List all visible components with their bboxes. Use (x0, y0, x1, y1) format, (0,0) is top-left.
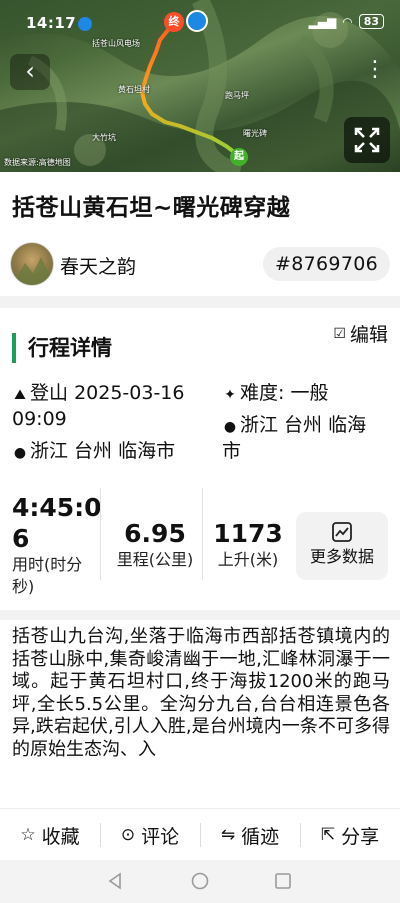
map-label: 跑马坪 (225, 91, 249, 100)
duration-label-line1: 用时(时分 (12, 555, 83, 574)
trip-description: 括苍山九台沟,坐落于临海市西部括苍镇境内的括苍山脉中,集奇峻清幽于一地,汇峰林洞… (12, 626, 390, 760)
start-location-icon: ● (13, 445, 27, 461)
star-icon: ☆ (20, 825, 36, 845)
share-icon: ⇱ (320, 825, 336, 845)
share-button[interactable]: ⇱ 分享 (300, 809, 400, 861)
section-title: 行程详情 (12, 333, 112, 363)
follow-route-label: 循迹 (241, 825, 280, 848)
start-location: ● 浙江 台州 临海市 (12, 438, 175, 466)
stat-divider (202, 488, 203, 580)
action-bar: ☆ 收藏 ⊙ 评论 ⇋ 循迹 ⇱ 分享 (0, 808, 400, 860)
nav-recents-icon[interactable] (274, 872, 292, 890)
stat-ascent: 1173 上升(米) (208, 518, 288, 571)
wifi-icon: ◠ (342, 14, 353, 29)
duration-value-line1: 4:45:0 (12, 493, 102, 522)
mountain-icon: ⛰ (14, 387, 26, 403)
comment-label: 评论 (141, 825, 180, 848)
chart-icon (332, 522, 352, 542)
ascent-value: 1173 (213, 519, 283, 548)
author-row: 春天之韵 #8769706 (10, 242, 390, 286)
duration-label-line2: 秒) (12, 577, 35, 596)
map-credit: 数据来源:高德地图 (4, 158, 71, 167)
author-name[interactable]: 春天之韵 (60, 252, 136, 279)
comment-icon: ⊙ (120, 825, 136, 845)
map-label: 大竹坑 (92, 133, 116, 142)
edit-icon: ☑ (333, 325, 346, 342)
activity-time: 09:09 (12, 408, 67, 430)
signal-icon: ▂▄▆ (308, 14, 337, 29)
more-data-label: 更多数据 (309, 547, 374, 566)
page-title: 括苍山黄石坦~曙光碑穿越 (12, 195, 291, 221)
section-divider (0, 610, 400, 620)
puzzle-icon: ✦ (224, 387, 236, 403)
stat-distance: 6.95 里程(公里) (110, 518, 200, 571)
back-arrow-icon: ‹ (25, 57, 35, 85)
fullscreen-map-button[interactable] (344, 117, 390, 163)
end-location-icon: ● (223, 419, 237, 435)
favorite-button[interactable]: ☆ 收藏 (0, 809, 100, 861)
distance-label: 里程(公里) (116, 550, 194, 569)
stat-divider (100, 488, 101, 580)
edit-label: 编辑 (349, 324, 388, 346)
follow-route-button[interactable]: ⇋ 循迹 (200, 809, 300, 861)
stat-duration: 4:45:0 6 用时(时分 秒) (12, 492, 102, 598)
activity-date: 2025-03-16 (74, 382, 185, 404)
avatar-image (12, 257, 53, 285)
edit-button[interactable]: ☑ 编辑 (333, 320, 388, 347)
more-options-button[interactable]: ⋮ (362, 56, 388, 86)
end-location-line2: 市 (222, 440, 242, 462)
nav-back-icon[interactable] (106, 872, 124, 890)
stats-panel: 4:45:0 6 用时(时分 秒) 6.95 里程(公里) 1173 上升(米)… (0, 484, 400, 600)
more-data-button[interactable]: 更多数据 (296, 512, 388, 580)
trip-detail-page: 括苍山风电场 黄石坦村 跑马坪 曙光碑 大竹坑 终 起 14:17 ▂▄▆ ◠ … (0, 0, 400, 903)
track-map[interactable]: 括苍山风电场 黄石坦村 跑马坪 曙光碑 大竹坑 终 起 14:17 ▂▄▆ ◠ … (0, 0, 400, 172)
activity-info: ⛰ 登山 2025-03-16 (12, 380, 184, 408)
duration-value-line2: 6 (12, 524, 30, 553)
battery-indicator: 83 (358, 14, 384, 29)
map-label: 括苍山风电场 (92, 39, 140, 48)
distance-value: 6.95 (124, 519, 186, 548)
end-location-line1: 浙江 台州 临海 (240, 414, 367, 436)
more-vertical-icon: ⋮ (364, 57, 386, 82)
back-button[interactable]: ‹ (10, 54, 50, 90)
start-marker: 起 (230, 148, 248, 166)
expand-icon (354, 127, 380, 153)
start-location-text: 浙江 台州 临海市 (30, 440, 176, 462)
system-nav-bar (0, 860, 400, 903)
map-label: 黄石坦村 (118, 85, 150, 94)
difficulty-info: ✦ 难度: 一般 (222, 380, 328, 408)
difficulty-label: 难度: (240, 382, 285, 404)
trip-id-badge: #8769706 (263, 247, 390, 281)
ascent-label: 上升(米) (217, 550, 279, 569)
comment-button[interactable]: ⊙ 评论 (100, 809, 200, 861)
section-divider (0, 296, 400, 308)
map-label: 曙光碑 (243, 129, 267, 138)
route-icon: ⇋ (220, 825, 236, 845)
favorite-label: 收藏 (41, 825, 80, 848)
avatar[interactable] (10, 242, 54, 286)
status-time: 14:17 (26, 14, 77, 32)
status-bar: 14:17 ▂▄▆ ◠ 83 (26, 12, 384, 34)
share-label: 分享 (341, 825, 380, 848)
difficulty-value: 一般 (290, 382, 329, 404)
activity-type: 登山 (30, 382, 69, 404)
notification-icon (78, 17, 92, 31)
nav-home-icon[interactable] (191, 872, 209, 890)
end-location: ● 浙江 台州 临海 (222, 412, 366, 440)
